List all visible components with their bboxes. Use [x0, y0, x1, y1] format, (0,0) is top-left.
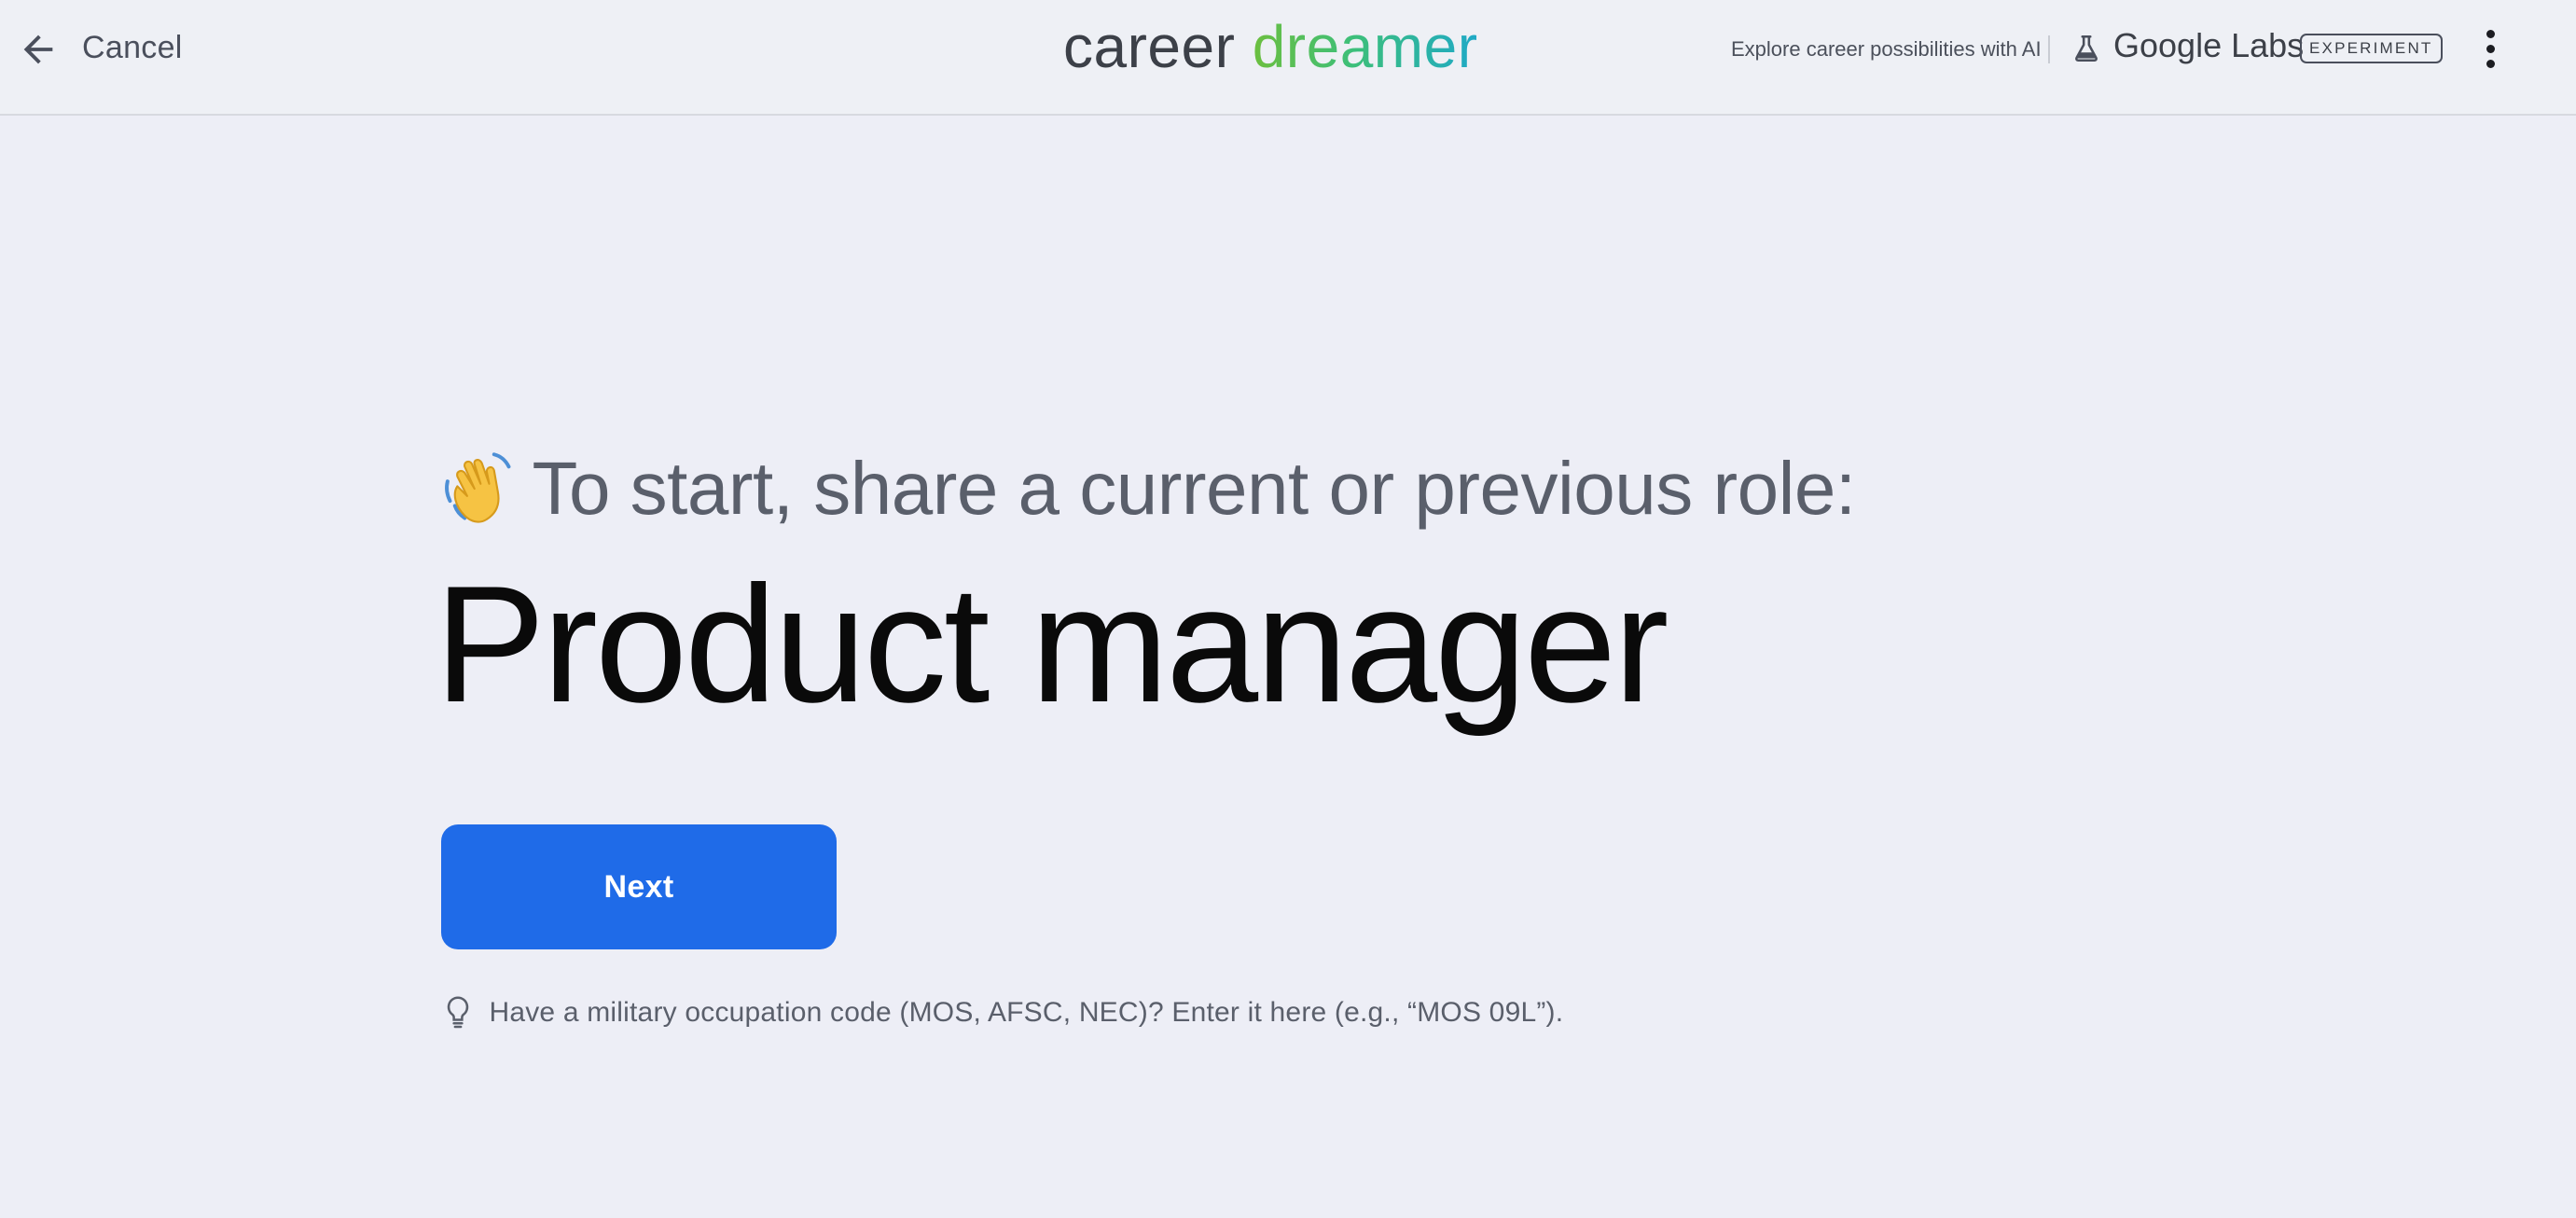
- more-vert-icon[interactable]: [2477, 28, 2505, 71]
- next-button[interactable]: Next: [441, 824, 837, 949]
- military-code-hint: Have a military occupation code (MOS, AF…: [444, 994, 1563, 1031]
- logo-word-career: career: [1063, 13, 1236, 80]
- role-input[interactable]: [435, 550, 2207, 737]
- experiment-badge: EXPERIMENT: [2300, 34, 2443, 63]
- cancel-button[interactable]: Cancel: [82, 30, 183, 66]
- lightbulb-icon: [447, 996, 469, 1029]
- header-divider: [2048, 35, 2050, 63]
- career-dreamer-logo: career dreamer: [1063, 11, 1478, 82]
- flask-icon: [2075, 35, 2098, 62]
- top-app-bar: Cancel career dreamer Explore career pos…: [0, 0, 2576, 116]
- header-tagline: Explore career possibilities with AI: [1731, 37, 2042, 61]
- prompt-text: To start, share a current or previous ro…: [532, 447, 1856, 530]
- logo-word-dreamer: dreamer: [1252, 13, 1478, 80]
- arrow-left-icon[interactable]: [17, 28, 60, 71]
- hint-text: Have a military occupation code (MOS, AF…: [489, 997, 1564, 1028]
- waving-hand-icon: [445, 452, 511, 523]
- google-labs-logo[interactable]: Google Labs: [2113, 26, 2304, 65]
- prompt-heading: To start, share a current or previous ro…: [440, 446, 1856, 532]
